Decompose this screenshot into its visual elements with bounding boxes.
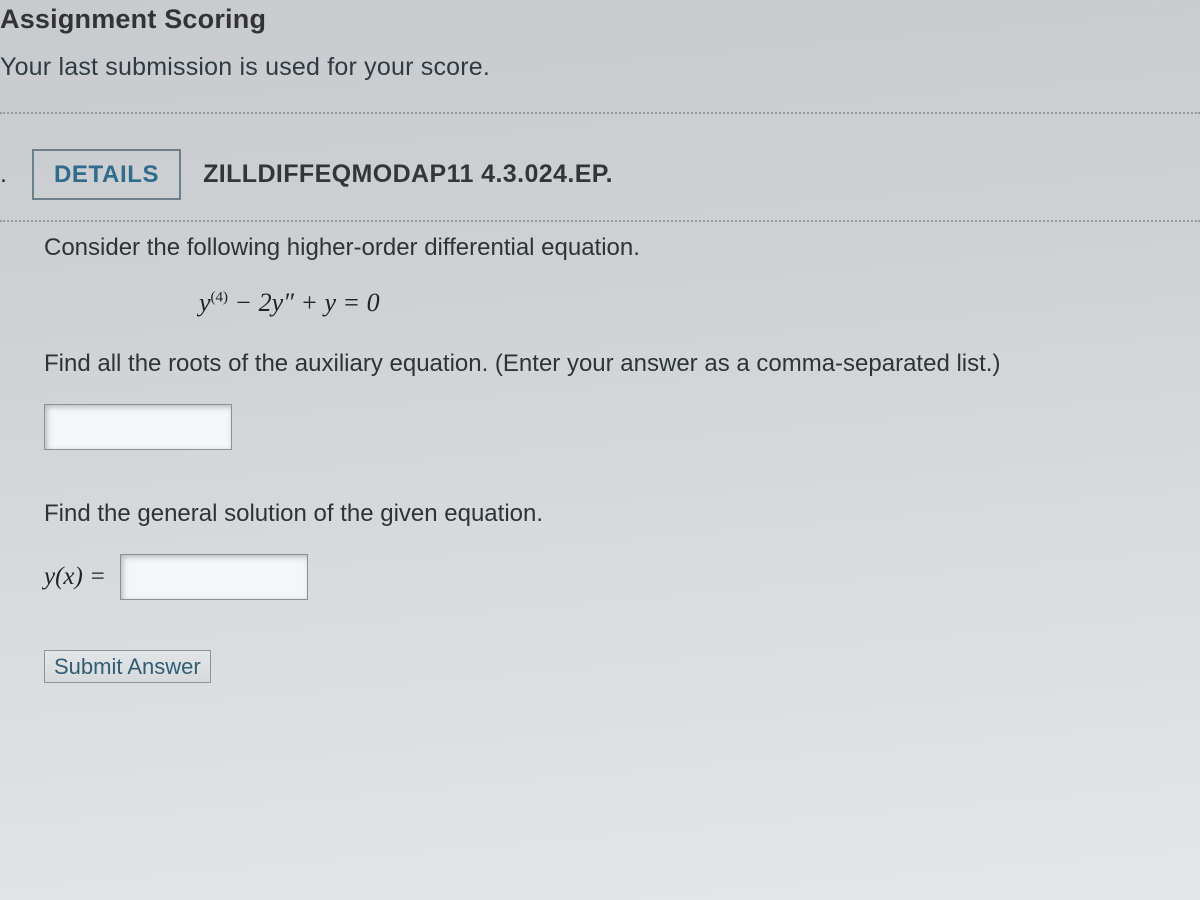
divider-under-header (0, 220, 1200, 222)
divider-top (0, 112, 1200, 114)
problem-code: ZILLDIFFEQMODAP11 4.3.024.EP. (203, 160, 613, 189)
equation-y: y (199, 288, 211, 317)
question-body: Consider the following higher-order diff… (44, 234, 1200, 683)
question-header: . DETAILS ZILLDIFFEQMODAP11 4.3.024.EP. (0, 149, 1200, 200)
yx-label: y(x) = (44, 563, 106, 591)
scoring-note: Your last submission is used for your sc… (0, 53, 1200, 82)
general-solution-input[interactable] (120, 554, 308, 600)
section-heading-assignment-scoring: Assignment Scoring (0, 4, 1200, 35)
differential-equation: y(4) − 2y″ + y = 0 (199, 288, 1200, 318)
prompt-intro: Consider the following higher-order diff… (44, 234, 1200, 262)
prompt-part2: Find the general solution of the given e… (44, 500, 1200, 528)
answer-row-roots (44, 404, 1200, 450)
roots-input[interactable] (44, 404, 232, 450)
prompt-part1: Find all the roots of the auxiliary equa… (44, 350, 1200, 378)
submit-answer-button[interactable]: Submit Answer (44, 650, 211, 683)
details-button[interactable]: DETAILS (32, 149, 181, 200)
equation-rest: − 2y″ + y = 0 (228, 288, 380, 317)
question-number: . (0, 160, 10, 189)
equation-superscript: (4) (211, 289, 229, 305)
answer-row-general-solution: y(x) = (44, 554, 1200, 600)
